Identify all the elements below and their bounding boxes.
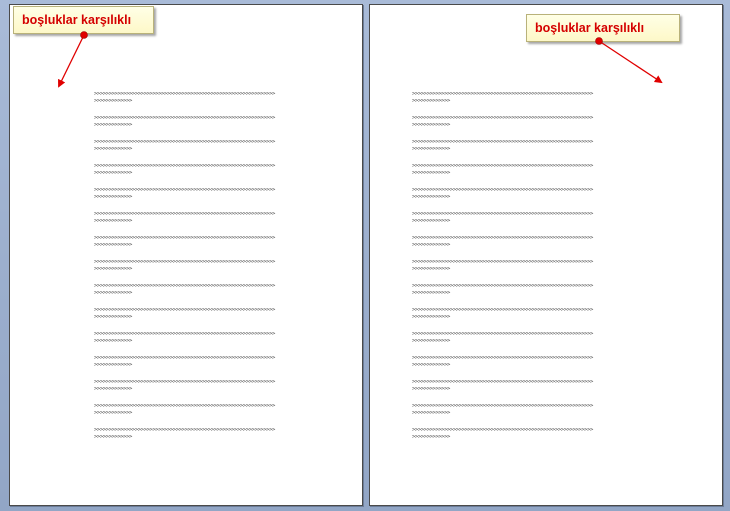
paragraph-line: >>>>>>>>>>>>>>>>>>>>>>>>>>>>>>>>>>>>>>>>… <box>94 355 275 361</box>
paragraph: >>>>>>>>>>>>>>>>>>>>>>>>>>>>>>>>>>>>>>>>… <box>94 283 324 298</box>
paragraph-line: >>>>>>>>>>>>> <box>412 434 450 440</box>
paragraph-line: >>>>>>>>>>>>> <box>94 338 132 344</box>
paragraph: >>>>>>>>>>>>>>>>>>>>>>>>>>>>>>>>>>>>>>>>… <box>412 235 642 250</box>
paragraph: >>>>>>>>>>>>>>>>>>>>>>>>>>>>>>>>>>>>>>>>… <box>94 163 324 178</box>
paragraph-line: >>>>>>>>>>>>>>>>>>>>>>>>>>>>>>>>>>>>>>>>… <box>94 427 275 433</box>
paragraph-line: >>>>>>>>>>>>>>>>>>>>>>>>>>>>>>>>>>>>>>>>… <box>94 235 275 241</box>
paragraph-line: >>>>>>>>>>>>>>>>>>>>>>>>>>>>>>>>>>>>>>>>… <box>412 115 593 121</box>
paragraph-line: >>>>>>>>>>>>>>>>>>>>>>>>>>>>>>>>>>>>>>>>… <box>412 427 593 433</box>
paragraph-line: >>>>>>>>>>>>> <box>94 314 132 320</box>
paragraph: >>>>>>>>>>>>>>>>>>>>>>>>>>>>>>>>>>>>>>>>… <box>94 139 324 154</box>
paragraph-line: >>>>>>>>>>>>> <box>94 290 132 296</box>
paragraph: >>>>>>>>>>>>>>>>>>>>>>>>>>>>>>>>>>>>>>>>… <box>412 379 642 394</box>
paragraph-line: >>>>>>>>>>>>>>>>>>>>>>>>>>>>>>>>>>>>>>>>… <box>412 355 593 361</box>
paragraph: >>>>>>>>>>>>>>>>>>>>>>>>>>>>>>>>>>>>>>>>… <box>412 91 642 106</box>
paragraph-line: >>>>>>>>>>>>>>>>>>>>>>>>>>>>>>>>>>>>>>>>… <box>412 187 593 193</box>
paragraph-line: >>>>>>>>>>>>>>>>>>>>>>>>>>>>>>>>>>>>>>>>… <box>412 379 593 385</box>
paragraph: >>>>>>>>>>>>>>>>>>>>>>>>>>>>>>>>>>>>>>>>… <box>412 211 642 226</box>
paragraph-line: >>>>>>>>>>>>>>>>>>>>>>>>>>>>>>>>>>>>>>>>… <box>412 211 593 217</box>
paragraph: >>>>>>>>>>>>>>>>>>>>>>>>>>>>>>>>>>>>>>>>… <box>94 355 324 370</box>
paragraph-line: >>>>>>>>>>>>>>>>>>>>>>>>>>>>>>>>>>>>>>>>… <box>94 331 275 337</box>
paragraph-line: >>>>>>>>>>>>>>>>>>>>>>>>>>>>>>>>>>>>>>>>… <box>412 331 593 337</box>
paragraph: >>>>>>>>>>>>>>>>>>>>>>>>>>>>>>>>>>>>>>>>… <box>94 91 324 106</box>
document-page-right: >>>>>>>>>>>>> >>>>>>>>>>>>> >>>>>>>>>>>>> >… <box>369 4 723 506</box>
page-text-block: >>>>>>>>>>>>> >>>>>>>>>>>>> >>>>>>>>>>>>> >… <box>412 91 642 451</box>
paragraph-line: >>>>>>>>>>>>> <box>412 242 450 248</box>
paragraph-line: >>>>>>>>>>>>> <box>94 122 132 128</box>
paragraph-line: >>>>>>>>>>>>> <box>412 386 450 392</box>
paragraph: >>>>>>>>>>>>>>>>>>>>>>>>>>>>>>>>>>>>>>>>… <box>412 403 642 418</box>
paragraph: >>>>>>>>>>>>>>>>>>>>>>>>>>>>>>>>>>>>>>>>… <box>94 115 324 130</box>
paragraph-line: >>>>>>>>>>>>> <box>94 218 132 224</box>
paragraph-line: >>>>>>>>>>>>>>>>>>>>>>>>>>>>>>>>>>>>>>>>… <box>94 403 275 409</box>
paragraph-line: >>>>>>>>>>>>> <box>412 362 450 368</box>
paragraph-line: >>>>>>>>>>>>>>>>>>>>>>>>>>>>>>>>>>>>>>>>… <box>94 307 275 313</box>
paragraph-line: >>>>>>>>>>>>>>>>>>>>>>>>>>>>>>>>>>>>>>>>… <box>94 211 275 217</box>
paragraph: >>>>>>>>>>>>>>>>>>>>>>>>>>>>>>>>>>>>>>>>… <box>412 259 642 274</box>
paragraph-line: >>>>>>>>>>>>>>>>>>>>>>>>>>>>>>>>>>>>>>>>… <box>412 163 593 169</box>
paragraph: >>>>>>>>>>>>>>>>>>>>>>>>>>>>>>>>>>>>>>>>… <box>412 187 642 202</box>
paragraph-line: >>>>>>>>>>>>> <box>412 314 450 320</box>
page-text-block: >>>>>>>>>>>>> >>>>>>>>>>>>> >>>>>>>>>>>>> >… <box>94 91 324 451</box>
paragraph-line: >>>>>>>>>>>>>>>>>>>>>>>>>>>>>>>>>>>>>>>>… <box>94 91 275 97</box>
paragraph-line: >>>>>>>>>>>>>>>>>>>>>>>>>>>>>>>>>>>>>>>>… <box>412 139 593 145</box>
paragraph-line: >>>>>>>>>>>>>>>>>>>>>>>>>>>>>>>>>>>>>>>>… <box>94 115 275 121</box>
paragraph-line: >>>>>>>>>>>>>>>>>>>>>>>>>>>>>>>>>>>>>>>>… <box>412 307 593 313</box>
paragraph-line: >>>>>>>>>>>>> <box>94 434 132 440</box>
paragraph: >>>>>>>>>>>>>>>>>>>>>>>>>>>>>>>>>>>>>>>>… <box>94 235 324 250</box>
paragraph-line: >>>>>>>>>>>>> <box>412 122 450 128</box>
paragraph-line: >>>>>>>>>>>>> <box>412 290 450 296</box>
document-page-left: >>>>>>>>>>>>> >>>>>>>>>>>>> >>>>>>>>>>>>> >… <box>9 4 363 506</box>
paragraph-line: >>>>>>>>>>>>> <box>412 410 450 416</box>
paragraph-line: >>>>>>>>>>>>> <box>94 98 132 104</box>
paragraph-line: >>>>>>>>>>>>> <box>412 146 450 152</box>
paragraph-line: >>>>>>>>>>>>> <box>412 194 450 200</box>
paragraph-line: >>>>>>>>>>>>> <box>94 410 132 416</box>
paragraph: >>>>>>>>>>>>>>>>>>>>>>>>>>>>>>>>>>>>>>>>… <box>412 427 642 442</box>
paragraph: >>>>>>>>>>>>>>>>>>>>>>>>>>>>>>>>>>>>>>>>… <box>94 379 324 394</box>
paragraph-line: >>>>>>>>>>>>> <box>94 170 132 176</box>
paragraph: >>>>>>>>>>>>>>>>>>>>>>>>>>>>>>>>>>>>>>>>… <box>412 331 642 346</box>
paragraph-line: >>>>>>>>>>>>> <box>94 266 132 272</box>
paragraph-line: >>>>>>>>>>>>>>>>>>>>>>>>>>>>>>>>>>>>>>>>… <box>94 379 275 385</box>
paragraph-line: >>>>>>>>>>>>> <box>94 194 132 200</box>
paragraph-line: >>>>>>>>>>>>> <box>412 266 450 272</box>
paragraph: >>>>>>>>>>>>>>>>>>>>>>>>>>>>>>>>>>>>>>>>… <box>94 403 324 418</box>
paragraph-line: >>>>>>>>>>>>>>>>>>>>>>>>>>>>>>>>>>>>>>>>… <box>94 139 275 145</box>
paragraph: >>>>>>>>>>>>>>>>>>>>>>>>>>>>>>>>>>>>>>>>… <box>94 307 324 322</box>
paragraph-line: >>>>>>>>>>>>>>>>>>>>>>>>>>>>>>>>>>>>>>>>… <box>412 259 593 265</box>
paragraph-line: >>>>>>>>>>>>> <box>94 146 132 152</box>
paragraph-line: >>>>>>>>>>>>> <box>94 242 132 248</box>
paragraph: >>>>>>>>>>>>>>>>>>>>>>>>>>>>>>>>>>>>>>>>… <box>94 259 324 274</box>
paragraph-line: >>>>>>>>>>>>> <box>94 386 132 392</box>
paragraph-line: >>>>>>>>>>>>> <box>412 218 450 224</box>
paragraph-line: >>>>>>>>>>>>> <box>412 98 450 104</box>
paragraph: >>>>>>>>>>>>>>>>>>>>>>>>>>>>>>>>>>>>>>>>… <box>412 307 642 322</box>
paragraph-line: >>>>>>>>>>>>>>>>>>>>>>>>>>>>>>>>>>>>>>>>… <box>94 283 275 289</box>
paragraph: >>>>>>>>>>>>>>>>>>>>>>>>>>>>>>>>>>>>>>>>… <box>94 187 324 202</box>
paragraph: >>>>>>>>>>>>>>>>>>>>>>>>>>>>>>>>>>>>>>>>… <box>412 355 642 370</box>
paragraph-line: >>>>>>>>>>>>>>>>>>>>>>>>>>>>>>>>>>>>>>>>… <box>94 259 275 265</box>
paragraph-line: >>>>>>>>>>>>>>>>>>>>>>>>>>>>>>>>>>>>>>>>… <box>412 235 593 241</box>
paragraph: >>>>>>>>>>>>>>>>>>>>>>>>>>>>>>>>>>>>>>>>… <box>412 139 642 154</box>
paragraph-line: >>>>>>>>>>>>>>>>>>>>>>>>>>>>>>>>>>>>>>>>… <box>412 91 593 97</box>
paragraph-line: >>>>>>>>>>>>> <box>412 338 450 344</box>
paragraph: >>>>>>>>>>>>>>>>>>>>>>>>>>>>>>>>>>>>>>>>… <box>94 331 324 346</box>
annotation-callout-left: boşluklar karşılıklı <box>13 6 154 34</box>
annotation-callout-right: boşluklar karşılıklı <box>526 14 680 42</box>
paragraph-line: >>>>>>>>>>>>>>>>>>>>>>>>>>>>>>>>>>>>>>>>… <box>94 187 275 193</box>
paragraph: >>>>>>>>>>>>>>>>>>>>>>>>>>>>>>>>>>>>>>>>… <box>94 211 324 226</box>
paragraph: >>>>>>>>>>>>>>>>>>>>>>>>>>>>>>>>>>>>>>>>… <box>94 427 324 442</box>
paragraph-line: >>>>>>>>>>>>>>>>>>>>>>>>>>>>>>>>>>>>>>>>… <box>94 163 275 169</box>
paragraph: >>>>>>>>>>>>>>>>>>>>>>>>>>>>>>>>>>>>>>>>… <box>412 163 642 178</box>
paragraph: >>>>>>>>>>>>>>>>>>>>>>>>>>>>>>>>>>>>>>>>… <box>412 115 642 130</box>
paragraph: >>>>>>>>>>>>>>>>>>>>>>>>>>>>>>>>>>>>>>>>… <box>412 283 642 298</box>
paragraph-line: >>>>>>>>>>>>> <box>94 362 132 368</box>
paragraph-line: >>>>>>>>>>>>> <box>412 170 450 176</box>
paragraph-line: >>>>>>>>>>>>>>>>>>>>>>>>>>>>>>>>>>>>>>>>… <box>412 283 593 289</box>
paragraph-line: >>>>>>>>>>>>>>>>>>>>>>>>>>>>>>>>>>>>>>>>… <box>412 403 593 409</box>
